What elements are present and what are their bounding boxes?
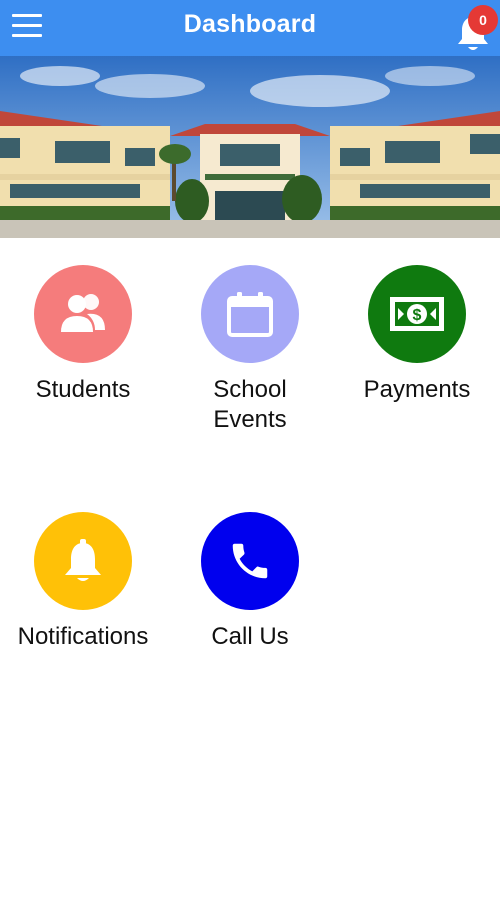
money-icon: $ <box>390 297 444 331</box>
school-events-icon-circle <box>201 265 299 363</box>
students-label: Students <box>35 376 131 403</box>
school-events-label: School Events <box>213 376 287 433</box>
students-icon <box>61 294 105 332</box>
payments-icon-circle: $ <box>368 265 466 363</box>
notification-count-badge: 0 <box>468 5 498 35</box>
call-us-tile[interactable]: Call Us <box>167 512 333 652</box>
students-tile[interactable]: Students <box>0 265 166 405</box>
phone-icon <box>232 543 268 579</box>
notifications-label: Notifications <box>17 623 149 650</box>
call-us-label: Call Us <box>211 623 289 650</box>
school-events-tile[interactable]: School Events <box>167 265 333 435</box>
students-icon-circle <box>34 265 132 363</box>
svg-text:$: $ <box>413 307 422 324</box>
school-banner-image <box>0 56 500 238</box>
app-bar: Dashboard 0 <box>0 0 500 56</box>
page-title: Dashboard <box>183 10 317 38</box>
payments-label: Payments <box>363 376 471 403</box>
notifications-tile[interactable]: Notifications <box>0 512 166 652</box>
payments-tile[interactable]: $ Payments <box>334 265 500 405</box>
notifications-icon-circle <box>34 512 132 610</box>
bell-icon <box>65 539 101 581</box>
call-us-icon-circle <box>201 512 299 610</box>
calendar-icon <box>227 292 273 337</box>
